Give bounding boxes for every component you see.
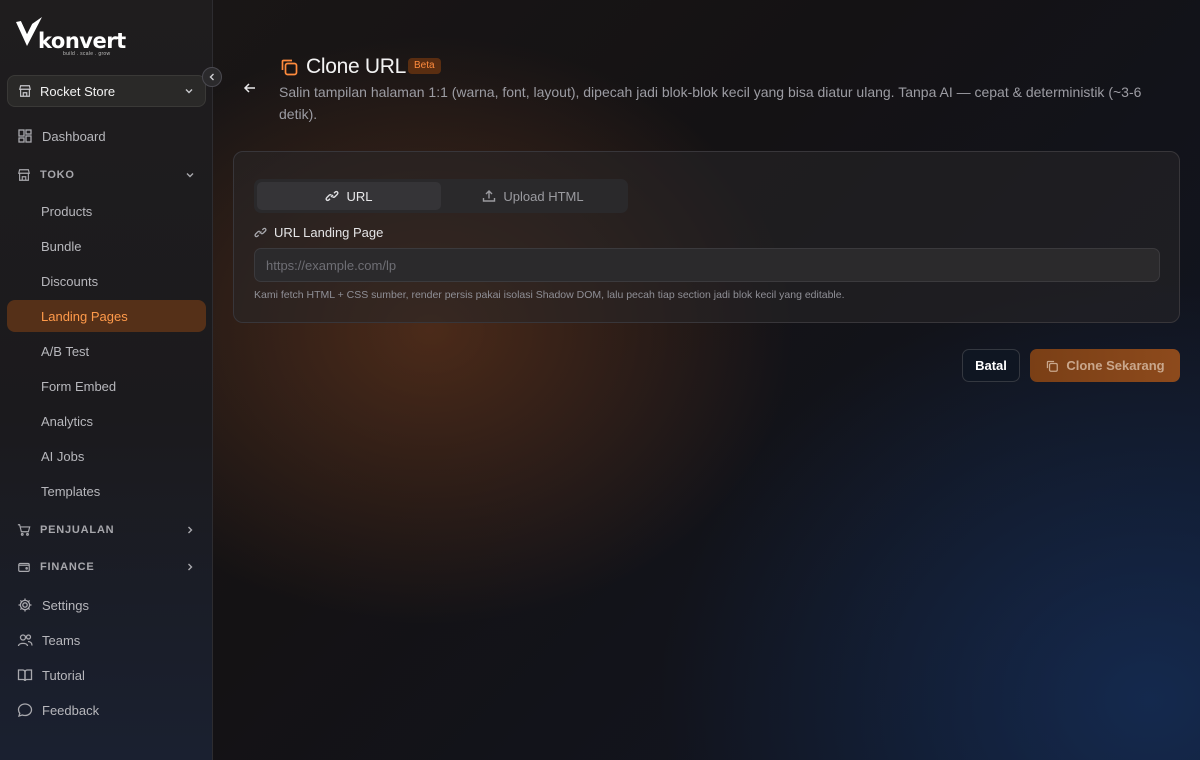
users-icon	[17, 634, 33, 647]
sidebar-item-label: Bundle	[41, 238, 82, 254]
sidebar-group-label: FINANCE	[40, 561, 95, 573]
beta-badge: Beta	[408, 58, 441, 74]
sidebar-item-label: Teams	[42, 632, 81, 648]
copy-icon	[281, 59, 298, 76]
sidebar-item-tutorial[interactable]: Tutorial	[7, 659, 206, 691]
cart-icon	[17, 524, 31, 536]
sidebar-item-label: Products	[41, 203, 93, 219]
sidebar-item-dashboard[interactable]: Dashboard	[7, 120, 206, 152]
sidebar-item-label: Discounts	[41, 273, 99, 289]
collapse-sidebar-button[interactable]	[202, 67, 222, 87]
message-circle-icon	[17, 703, 33, 717]
gear-icon	[18, 598, 32, 612]
url-input[interactable]	[254, 248, 1160, 282]
dashboard-icon	[18, 129, 32, 143]
tab-url[interactable]: URL	[257, 182, 441, 210]
url-field-hint: Kami fetch HTML + CSS sumber, render per…	[254, 289, 845, 301]
tab-label: Upload HTML	[503, 188, 584, 204]
sidebar-item-templates[interactable]: Templates	[7, 475, 206, 507]
page-description: Salin tampilan halaman 1:1 (warna, font,…	[279, 84, 1142, 122]
sidebar-item-feedback[interactable]: Feedback	[7, 694, 206, 726]
sidebar-item-bundle[interactable]: Bundle	[7, 230, 206, 262]
url-field-label-text: URL Landing Page	[274, 225, 384, 240]
sidebar: konvert build . scale . grow Rocket Stor…	[0, 0, 222, 760]
chevron-down-icon	[185, 89, 193, 94]
logo-tagline: build . scale . grow	[63, 51, 111, 57]
sidebar-item-label: Landing Pages	[41, 308, 128, 324]
sidebar-group-finance[interactable]: FINANCE	[7, 552, 206, 582]
chevron-right-icon	[188, 526, 193, 534]
store-icon	[18, 169, 30, 181]
url-field-label: URL Landing Page	[254, 225, 383, 240]
sidebar-item-label: Tutorial	[42, 667, 85, 683]
sidebar-item-label: Templates	[41, 483, 101, 499]
tab-label: URL	[346, 188, 373, 204]
sidebar-group-toko[interactable]: TOKO	[7, 160, 206, 190]
store-name: Rocket Store	[40, 83, 116, 99]
sidebar-group-label: PENJUALAN	[40, 524, 115, 536]
chevron-left-icon	[209, 73, 214, 81]
source-tabs: URL Upload HTML	[254, 179, 628, 213]
sidebar-item-label: Settings	[42, 597, 89, 613]
sidebar-item-discounts[interactable]: Discounts	[7, 265, 206, 297]
clone-now-label: Clone Sekarang	[1066, 358, 1165, 373]
sidebar-item-label: AI Jobs	[41, 448, 85, 464]
sidebar-item-label: Form Embed	[41, 378, 117, 394]
chevron-down-icon	[186, 173, 194, 178]
page-title: Clone URL	[306, 55, 407, 78]
chevron-right-icon	[188, 563, 193, 571]
logo-text: konvert	[38, 29, 126, 53]
clone-source-card: URL Upload HTML URL Landing Page Kami fe…	[233, 151, 1180, 323]
link-icon	[325, 190, 340, 202]
sidebar-item-analytics[interactable]: Analytics	[7, 405, 206, 437]
store-selector[interactable]: Rocket Store	[7, 75, 206, 107]
sidebar-item-ab-test[interactable]: A/B Test	[7, 335, 206, 367]
sidebar-item-label: Dashboard	[42, 128, 106, 144]
back-arrow-icon[interactable]	[243, 81, 257, 95]
tab-upload-html[interactable]: Upload HTML	[441, 182, 625, 210]
sidebar-item-form-embed[interactable]: Form Embed	[7, 370, 206, 402]
sidebar-item-products[interactable]: Products	[7, 195, 206, 227]
cancel-button[interactable]: Batal	[962, 349, 1020, 382]
store-icon	[19, 85, 31, 97]
sidebar-item-ai-jobs[interactable]: AI Jobs	[7, 440, 206, 472]
sidebar-group-penjualan[interactable]: PENJUALAN	[7, 515, 206, 545]
link-icon	[254, 227, 267, 238]
copy-icon	[1047, 360, 1059, 372]
clone-now-button[interactable]: Clone Sekarang	[1030, 349, 1180, 382]
sidebar-item-label: Feedback	[42, 702, 100, 718]
book-icon	[17, 669, 33, 682]
wallet-icon	[18, 562, 30, 572]
konvert-logo[interactable]: konvert build . scale . grow	[15, 16, 126, 60]
sidebar-group-label: TOKO	[40, 169, 75, 181]
sidebar-item-teams[interactable]: Teams	[7, 624, 206, 656]
sidebar-item-landing-pages[interactable]: Landing Pages	[7, 300, 206, 332]
upload-icon	[483, 190, 496, 202]
sidebar-item-settings[interactable]: Settings	[7, 589, 206, 621]
sidebar-item-label: A/B Test	[41, 343, 90, 359]
sidebar-item-label: Analytics	[41, 413, 94, 429]
